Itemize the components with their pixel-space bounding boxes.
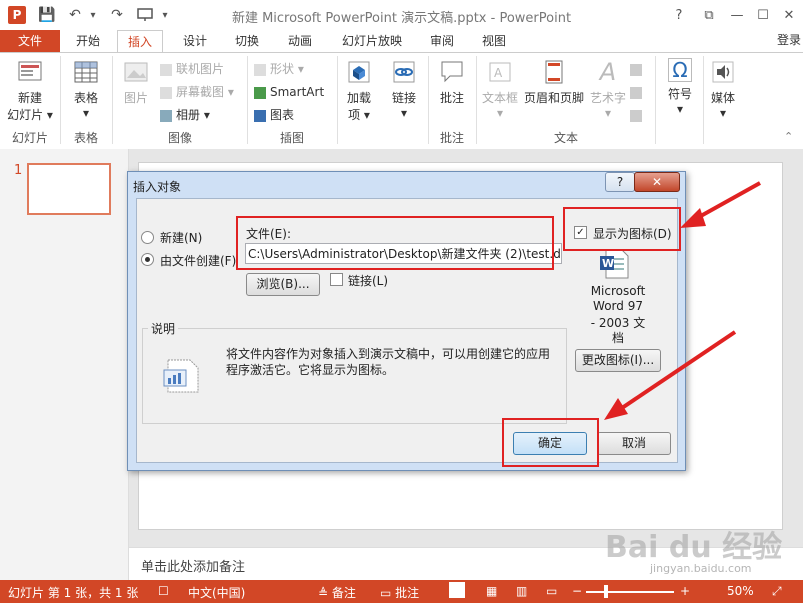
baidu-watermark-url: jingyan.baidu.com [650, 562, 752, 575]
arrow-to-display-as-icon [680, 181, 761, 228]
arrow-to-ok-button [604, 330, 737, 420]
baidu-watermark: Bai du 经验 [605, 530, 783, 565]
annotation-arrows [604, 181, 761, 420]
